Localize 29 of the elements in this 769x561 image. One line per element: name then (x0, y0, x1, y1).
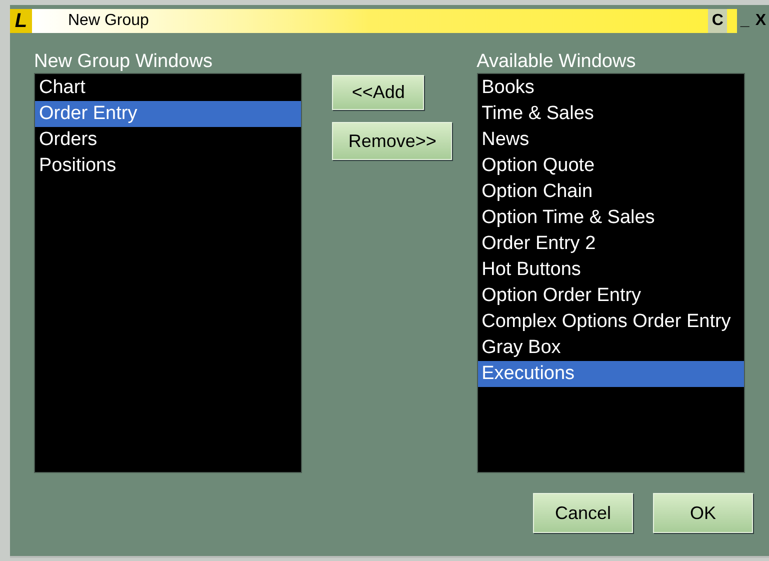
title-bar-button[interactable]: C (708, 9, 728, 33)
remove-button[interactable]: Remove>> (332, 122, 452, 160)
available-list[interactable]: Books Time & Sales News Option Quote Option Chain Option Time & Sales Order Entry 2 Hot Buttons Option Order Entry Complex Options Order Entry Gray Box Executions (476, 73, 746, 473)
list-item[interactable]: Option Time & Sales (478, 205, 744, 231)
list-item[interactable]: Option Quote (478, 153, 744, 179)
list-item[interactable]: Executions (478, 361, 744, 387)
list-item[interactable]: Time & Sales (478, 101, 744, 127)
list-item[interactable]: Order Entry (35, 101, 302, 127)
list-item[interactable]: Orders (35, 127, 302, 153)
minimize-button[interactable]: _ (737, 9, 752, 33)
ok-button[interactable]: OK (653, 493, 753, 533)
add-button[interactable]: <<Add (332, 75, 424, 110)
list-item[interactable]: Option Order Entry (478, 283, 744, 309)
list-item[interactable]: Books (478, 75, 744, 101)
list-label: Available Windows (476, 51, 637, 73)
list-item[interactable]: Complex Options Order Entry (478, 309, 744, 335)
cancel-button[interactable]: Cancel (533, 493, 633, 533)
logo-icon: L (10, 9, 32, 33)
close-button[interactable]: X (752, 9, 769, 33)
new-group-list[interactable]: Chart Order Entry Orders Positions (34, 73, 302, 473)
list-label: New Group Windows (34, 51, 214, 73)
list-item[interactable]: Option Chain (478, 179, 744, 205)
list-item[interactable]: Gray Box (478, 335, 744, 361)
window-title: New Group (68, 11, 149, 31)
list-item[interactable]: Order Entry 2 (478, 231, 744, 257)
list-item[interactable]: Hot Buttons (478, 257, 744, 283)
list-item[interactable]: Positions (35, 153, 302, 179)
list-item[interactable]: Chart (35, 75, 302, 101)
list-item[interactable]: News (478, 127, 744, 153)
